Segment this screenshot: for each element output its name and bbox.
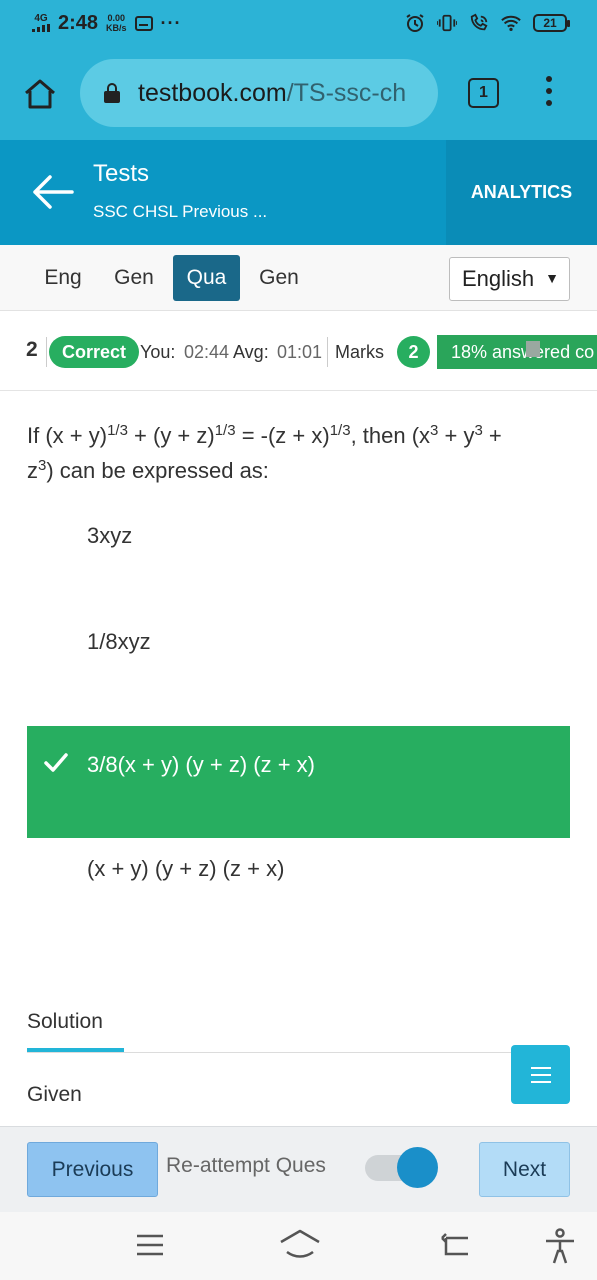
scroll-handle[interactable] xyxy=(526,341,540,357)
alarm-icon xyxy=(405,13,425,33)
divider xyxy=(27,1052,570,1053)
tab-section-general-2[interactable]: Gen xyxy=(246,255,312,301)
tab-section-general-1[interactable]: Gen xyxy=(101,255,167,301)
wifi-calling-icon xyxy=(469,13,489,33)
analytics-button[interactable]: ANALYTICS xyxy=(446,140,597,245)
superscript: 1/3 xyxy=(214,422,236,439)
reattempt-toggle-knob[interactable] xyxy=(397,1147,438,1188)
speed-unit: KB/s xyxy=(106,23,127,33)
caret-down-icon: ▼ xyxy=(545,270,559,286)
superscript: 3 xyxy=(474,422,483,439)
tab-switcher-button[interactable]: 1 xyxy=(468,78,499,108)
question-part: z xyxy=(27,458,38,483)
url-host: testbook.com xyxy=(138,78,287,107)
home-icon[interactable] xyxy=(22,78,58,110)
check-icon xyxy=(43,750,69,776)
address-bar[interactable]: testbook.com/TS-ssc-ch xyxy=(80,59,438,127)
option-text: 1/8xyz xyxy=(87,629,151,654)
more-notifications: ··· xyxy=(160,12,182,33)
question-part: = -(z + x) xyxy=(235,423,330,448)
divider xyxy=(46,337,47,367)
app-header: Tests SSC CHSL Previous ... ANALYTICS xyxy=(0,140,597,245)
option-text: (x + y) (y + z) (z + x) xyxy=(87,856,285,881)
question-part: ) can be expressed as: xyxy=(46,458,269,483)
back-arrow-icon[interactable] xyxy=(30,172,74,212)
reattempt-label: Re-attempt Ques xyxy=(166,1154,326,1177)
clock: 2:48 xyxy=(58,11,99,34)
tab-section-quant[interactable]: Qua xyxy=(173,255,240,301)
tab-section-english[interactable]: Eng xyxy=(30,255,96,301)
avg-time-value: 01:01 xyxy=(277,342,323,362)
tab-count: 1 xyxy=(479,84,488,101)
back-nav-icon[interactable] xyxy=(438,1226,478,1266)
page-title: Tests xyxy=(93,160,150,187)
divider xyxy=(327,337,328,367)
option-text: 3/8(x + y) (y + z) (z + x) xyxy=(87,752,315,777)
answer-option-2[interactable]: 1/8xyz xyxy=(27,603,570,715)
section-tabs: Eng Gen Qua Gen English ▼ xyxy=(0,245,597,311)
accessibility-icon[interactable] xyxy=(540,1226,580,1266)
avg-time-label: Avg: xyxy=(233,342,269,362)
your-time-value: 02:44 xyxy=(184,342,230,362)
question-action-bar: Previous Re-attempt Ques Next xyxy=(0,1126,597,1212)
lock-icon xyxy=(104,83,120,103)
answer-option-4[interactable]: (x + y) (y + z) (z + x) xyxy=(27,830,570,942)
solution-tab[interactable]: Solution xyxy=(27,1010,103,1034)
more-vertical-icon[interactable] xyxy=(544,76,554,106)
wifi-icon xyxy=(501,13,521,33)
battery-level: 21 xyxy=(543,16,557,30)
network-speed: 0.00 KB/s xyxy=(106,13,127,33)
language-value: English xyxy=(462,266,535,291)
recent-apps-icon[interactable] xyxy=(130,1226,170,1266)
marks-label: Marks xyxy=(335,342,384,362)
question-part: , then (x xyxy=(350,423,431,448)
url-path: /TS-ssc-ch xyxy=(286,78,407,107)
battery-icon: 21 xyxy=(533,14,570,32)
question-part: + xyxy=(482,423,502,448)
superscript: 1/3 xyxy=(329,422,351,439)
home-nav-icon[interactable] xyxy=(278,1226,322,1266)
question-part: + (y + z) xyxy=(127,423,215,448)
your-time-label: You: xyxy=(140,342,176,362)
option-text: 3xyz xyxy=(87,523,133,548)
superscript: 1/3 xyxy=(107,422,128,439)
browser-toolbar: testbook.com/TS-ssc-ch 1 xyxy=(0,46,597,140)
vibrate-icon xyxy=(437,13,457,33)
answer-option-3[interactable]: 3/8(x + y) (y + z) (z + x) xyxy=(27,726,570,838)
question-text: If (x + y)1/3 + (y + z)1/3 = -(z + x)1/3… xyxy=(27,418,572,488)
language-select[interactable]: English ▼ xyxy=(449,257,570,301)
answered-correctly-badge: 18% answered co xyxy=(437,335,597,369)
answer-option-1[interactable]: 3xyz xyxy=(27,497,570,609)
menu-icon[interactable] xyxy=(511,1045,570,1104)
solution-text: Given xyxy=(27,1083,82,1106)
system-nav-bar xyxy=(0,1212,597,1280)
marks-badge: 2 xyxy=(397,336,430,368)
mail-icon xyxy=(134,15,153,31)
next-button[interactable]: Next xyxy=(479,1142,570,1197)
question-part: If (x + y) xyxy=(27,423,108,448)
speed-value: 0.00 xyxy=(107,13,126,23)
question-info-bar: 2 Correct You: 02:44 Avg: 01:01 Marks 2 … xyxy=(0,311,597,391)
network-type: 4G xyxy=(34,13,48,24)
question-number: 2 xyxy=(26,338,38,361)
status-bar: 4G 2:48 0.00 KB/s ··· 21 xyxy=(0,0,597,46)
status-badge: Correct xyxy=(49,336,139,368)
previous-button[interactable]: Previous xyxy=(27,1142,158,1197)
question-part: + y xyxy=(438,423,475,448)
page-subtitle: SSC CHSL Previous ... xyxy=(93,202,268,221)
signal-icon: 4G xyxy=(32,14,50,32)
